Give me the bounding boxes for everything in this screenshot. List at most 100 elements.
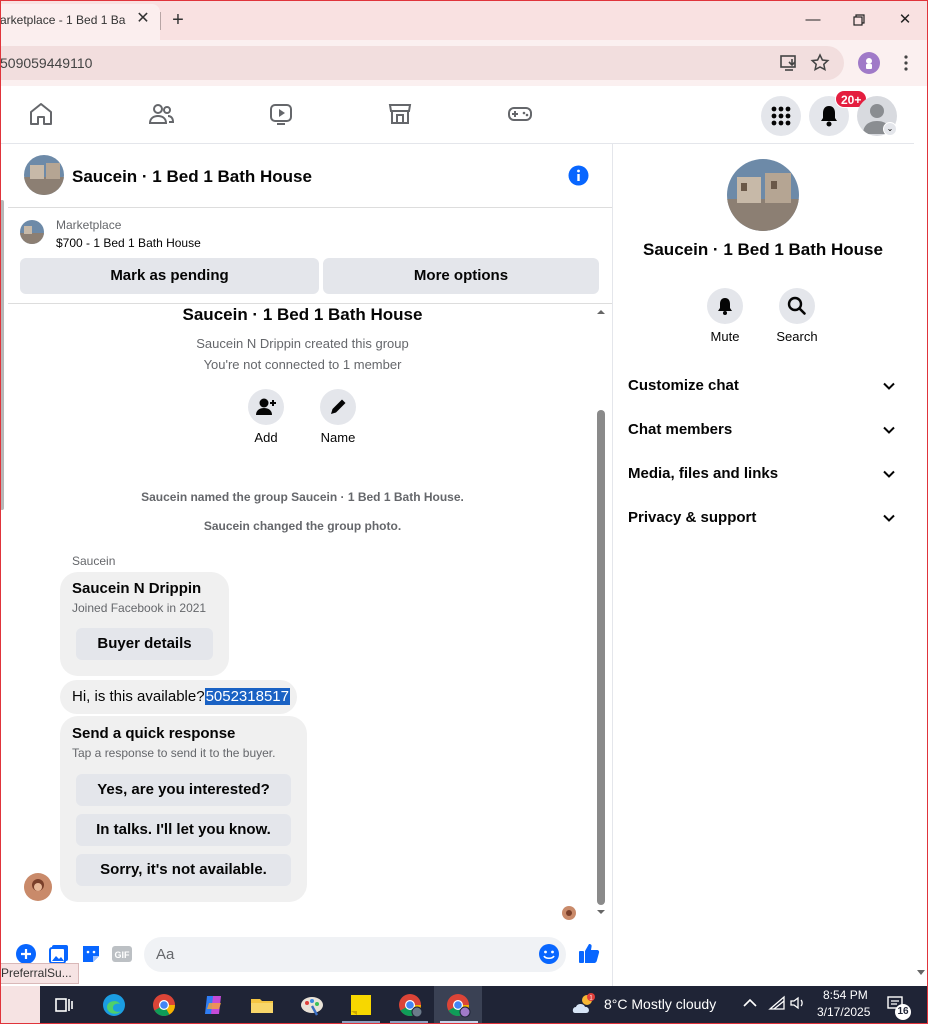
add-member-button[interactable] — [248, 389, 284, 425]
message-input[interactable] — [144, 937, 566, 972]
weather-icon[interactable]: 1 — [570, 991, 598, 1017]
weather-text[interactable]: 8°C Mostly cloudy — [604, 996, 716, 1012]
tab-separator — [160, 12, 161, 30]
marketplace-icon[interactable] — [387, 101, 413, 127]
group-photo[interactable] — [24, 155, 64, 195]
quick-response-button[interactable]: In talks. I'll let you know. — [76, 814, 291, 846]
minimize-icon[interactable]: — — [799, 8, 827, 32]
gaming-icon[interactable] — [507, 101, 533, 127]
sticker-icon[interactable] — [80, 943, 102, 965]
message-text[interactable]: Hi, is this available?5052318517 — [72, 688, 290, 705]
image-icon[interactable] — [48, 943, 70, 965]
chrome-profile-icon[interactable] — [396, 991, 424, 1019]
chevron-down-icon[interactable]: ⌄ — [883, 122, 897, 136]
link-status-tooltip: PreferralSu... — [0, 963, 79, 984]
rename-group-button[interactable] — [320, 389, 356, 425]
bell-icon — [718, 298, 732, 315]
page-scrollbar[interactable] — [914, 144, 928, 986]
listing-label: Marketplace — [56, 218, 122, 232]
chat-title[interactable]: Saucein · 1 Bed 1 Bath House — [72, 167, 312, 187]
address-bar[interactable] — [0, 46, 844, 80]
name-label: Name — [320, 430, 356, 445]
mute-label: Mute — [710, 329, 740, 344]
left-scrollbar-stub — [0, 200, 4, 510]
chevron-down-icon — [883, 470, 895, 478]
chrome-active-icon[interactable] — [444, 991, 472, 1019]
group-photo-large[interactable] — [727, 159, 799, 231]
quick-response-button[interactable]: Yes, are you interested? — [76, 774, 291, 806]
search-label: Search — [776, 329, 818, 344]
buyer-details-button[interactable]: Buyer details — [76, 628, 213, 660]
chevron-down-icon — [883, 426, 895, 434]
sender-name: Saucein — [72, 554, 116, 568]
restore-icon[interactable] — [845, 8, 873, 32]
paint-icon[interactable] — [298, 991, 326, 1019]
bookmark-star-icon[interactable] — [809, 52, 831, 74]
search-icon — [787, 296, 806, 315]
chat-scroll-thumb[interactable] — [597, 410, 605, 905]
edge-icon[interactable] — [100, 991, 128, 1019]
listing-price[interactable]: $700 - 1 Bed 1 Bath House — [56, 236, 201, 250]
more-options-button[interactable]: More options — [323, 258, 599, 294]
group-title: Saucein · 1 Bed 1 Bath House — [182, 305, 423, 324]
friends-icon[interactable] — [148, 101, 175, 127]
browser-menu-icon[interactable] — [895, 52, 917, 74]
gif-icon[interactable]: GIF — [111, 943, 133, 965]
like-icon[interactable] — [577, 941, 600, 963]
plus-icon[interactable] — [15, 943, 37, 965]
mark-as-pending-button[interactable]: Mark as pending — [20, 258, 319, 294]
menu-grid-button[interactable] — [761, 96, 801, 136]
chat-details-panel — [612, 144, 914, 986]
install-app-icon[interactable] — [778, 52, 800, 74]
details-title: Saucein · 1 Bed 1 Bath House — [643, 240, 883, 259]
sticky-notes-icon[interactable] — [347, 991, 375, 1019]
quick-response-subtitle: Tap a response to send it to the buyer. — [72, 746, 276, 760]
listing-thumbnail[interactable] — [20, 220, 44, 244]
system-message: Saucein named the group Saucein · 1 Bed … — [141, 490, 464, 504]
active-app-indicator — [342, 1021, 380, 1023]
media-files-links-row[interactable]: Media, files and links — [628, 459, 898, 489]
pencil-icon — [331, 399, 346, 414]
new-tab-icon[interactable]: + — [168, 8, 188, 32]
wifi-icon[interactable] — [768, 995, 786, 1011]
emoji-icon[interactable] — [538, 943, 560, 965]
file-explorer-icon[interactable] — [248, 991, 276, 1019]
chrome-icon[interactable] — [150, 991, 178, 1019]
tab-title: arketplace - 1 Bed 1 Ba — [0, 13, 126, 27]
home-icon[interactable] — [28, 101, 54, 127]
app-indicator — [390, 1021, 428, 1023]
customize-chat-row[interactable]: Customize chat — [628, 371, 898, 401]
tab-close-icon[interactable]: ✕ — [134, 10, 152, 28]
privacy-support-row[interactable]: Privacy & support — [628, 503, 898, 533]
video-icon[interactable] — [268, 101, 294, 127]
chevron-up-icon[interactable] — [742, 995, 758, 1011]
group-created-text: Saucein N Drippin created this group — [196, 336, 409, 351]
close-window-icon[interactable]: ✕ — [891, 8, 919, 32]
quick-response-button[interactable]: Sorry, it's not available. — [76, 854, 291, 886]
menu-grid-icon — [771, 106, 791, 126]
profile-icon[interactable] — [858, 52, 880, 74]
seen-avatar — [562, 906, 576, 920]
row-label: Customize chat — [628, 377, 739, 394]
task-view-icon[interactable] — [50, 991, 78, 1019]
row-label: Media, files and links — [628, 465, 779, 482]
system-message: Saucein changed the group photo. — [203, 519, 402, 533]
selected-phone-number[interactable]: 5052318517 — [204, 688, 290, 705]
chat-members-row[interactable]: Chat members — [628, 415, 898, 445]
chevron-down-icon — [883, 514, 895, 522]
volume-icon[interactable] — [789, 995, 807, 1011]
quick-response-title: Send a quick response — [72, 725, 236, 742]
mute-button[interactable] — [707, 288, 743, 324]
info-icon[interactable] — [568, 165, 589, 186]
search-button[interactable] — [779, 288, 815, 324]
notification-count: 16 — [895, 1004, 911, 1020]
buyer-joined: Joined Facebook in 2021 — [72, 601, 207, 615]
chevron-down-icon — [883, 382, 895, 390]
url-text: 509059449110 — [0, 55, 93, 71]
add-label: Add — [254, 430, 278, 445]
add-person-icon — [256, 398, 276, 415]
clock-date[interactable]: 3/17/2025 — [817, 1005, 870, 1019]
sender-avatar[interactable] — [24, 873, 52, 901]
copilot-icon[interactable] — [199, 991, 227, 1019]
clock-time[interactable]: 8:54 PM — [823, 988, 868, 1002]
